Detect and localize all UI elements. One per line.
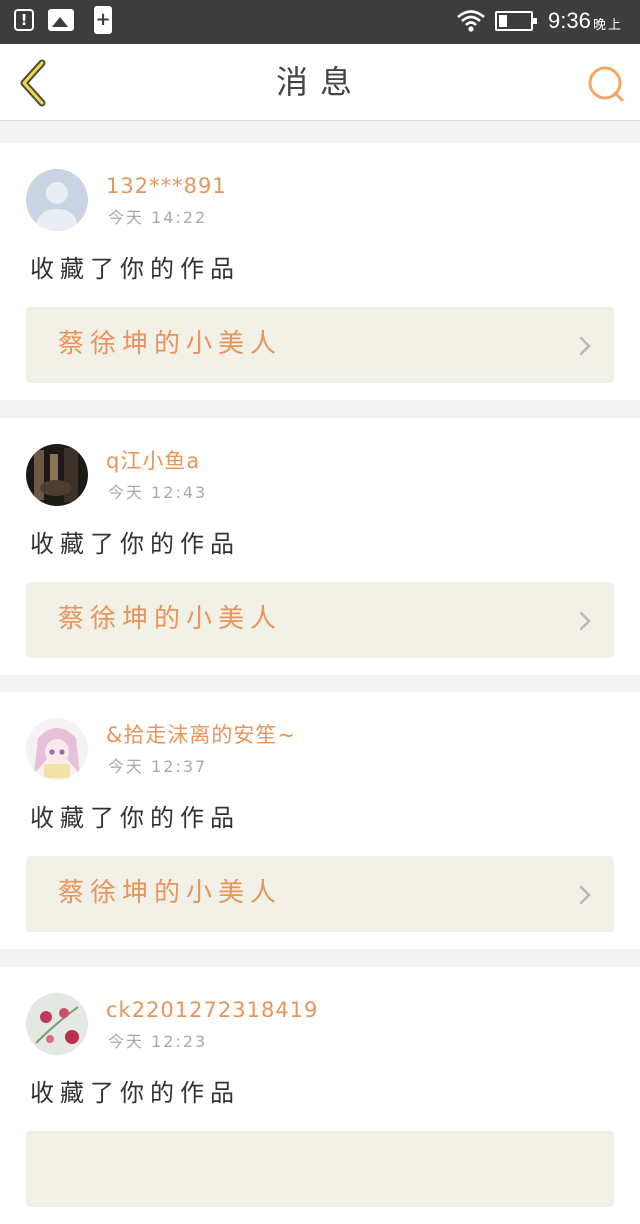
clock-period: 晚上 <box>593 18 624 33</box>
timestamp: 今天 14:22 <box>108 208 208 227</box>
chevron-right-icon <box>579 611 591 631</box>
timestamp: 今天 12:43 <box>108 483 208 502</box>
work-title: 蔡徐坤的小美人 <box>58 604 283 634</box>
avatar[interactable] <box>26 444 88 506</box>
message-card: ck2201272318419 今天 12:23 收藏了你的作品 <box>0 967 640 1224</box>
battery-icon <box>495 11 537 31</box>
work-link[interactable]: 蔡徐坤的小美人 <box>26 307 614 383</box>
timestamp: 今天 12:37 <box>108 757 208 776</box>
username[interactable]: &拾走沫离的安笙~ <box>106 720 296 750</box>
alert-icon: ! <box>14 9 34 31</box>
avatar[interactable] <box>26 169 88 231</box>
chevron-right-icon <box>579 336 591 356</box>
message-card: 132***891 今天 14:22 收藏了你的作品 蔡徐坤的小美人 <box>0 143 640 400</box>
work-link[interactable]: 蔡徐坤的小美人 <box>26 582 614 658</box>
work-link[interactable] <box>26 1131 614 1207</box>
avatar[interactable] <box>26 718 88 780</box>
clock: 9:36 <box>548 8 591 33</box>
timestamp: 今天 12:23 <box>108 1032 208 1051</box>
username[interactable]: ck2201272318419 <box>106 995 318 1025</box>
message-card: q江小鱼a 今天 12:43 收藏了你的作品 蔡徐坤的小美人 <box>0 418 640 675</box>
header: 消息 <box>0 44 640 121</box>
work-title: 蔡徐坤的小美人 <box>58 329 283 359</box>
username[interactable]: q江小鱼a <box>106 446 200 476</box>
chevron-right-icon <box>579 885 591 905</box>
image-icon <box>48 9 74 31</box>
action-text: 收藏了你的作品 <box>30 530 240 558</box>
work-link[interactable]: 蔡徐坤的小美人 <box>26 856 614 932</box>
search-icon[interactable] <box>584 62 628 106</box>
action-text: 收藏了你的作品 <box>30 255 240 283</box>
battery-plus-icon: + <box>94 6 112 34</box>
username[interactable]: 132***891 <box>106 171 227 201</box>
wifi-icon <box>457 10 485 32</box>
avatar[interactable] <box>26 993 88 1055</box>
action-text: 收藏了你的作品 <box>30 804 240 832</box>
work-title: 蔡徐坤的小美人 <box>58 878 283 908</box>
message-card: &拾走沫离的安笙~ 今天 12:37 收藏了你的作品 蔡徐坤的小美人 <box>0 692 640 949</box>
action-text: 收藏了你的作品 <box>30 1079 240 1107</box>
page-title: 消息 <box>275 63 364 101</box>
status-bar: ! + 9:36 晚上 <box>0 0 640 44</box>
